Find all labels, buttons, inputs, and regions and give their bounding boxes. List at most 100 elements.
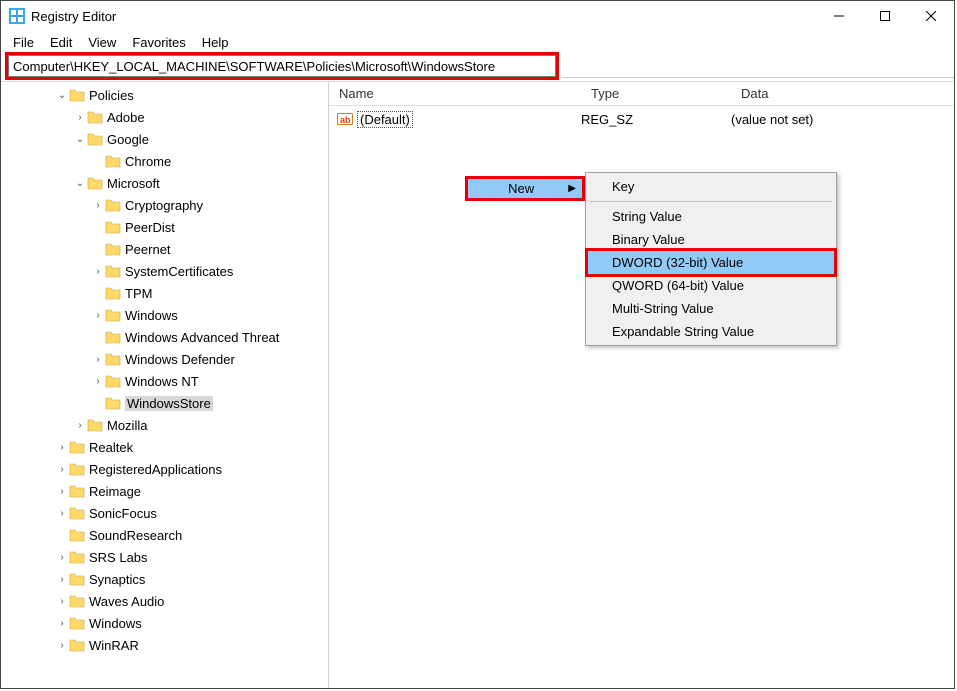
tree-node-label: SRS Labs xyxy=(89,550,148,565)
tree-node[interactable]: › Mozilla xyxy=(1,414,328,436)
tree-pane[interactable]: ⌄Policies›Adobe ⌄ Google Chrome ⌄ Microsoft ›C… xyxy=(1,82,329,688)
folder-icon xyxy=(105,198,121,212)
folder-icon xyxy=(69,594,85,608)
tree-node[interactable]: ›SonicFocus xyxy=(1,502,328,524)
chevron-right-icon[interactable]: › xyxy=(55,618,69,629)
tree-node-label: Microsoft xyxy=(107,176,160,191)
col-header-type[interactable]: Type xyxy=(581,86,731,101)
chevron-right-icon[interactable]: › xyxy=(55,552,69,563)
tree-node[interactable]: ›Windows Defender xyxy=(1,348,328,370)
tree-node[interactable]: ›SystemCertificates xyxy=(1,260,328,282)
folder-icon xyxy=(105,330,121,344)
folder-icon xyxy=(69,572,85,586)
folder-icon xyxy=(69,638,85,652)
list-row[interactable]: ab (Default) REG_SZ (value not set) xyxy=(329,108,954,130)
value-type: REG_SZ xyxy=(581,112,731,127)
tree-node[interactable]: TPM xyxy=(1,282,328,304)
tree-node-label: Mozilla xyxy=(107,418,147,433)
tree-node[interactable]: ›Windows xyxy=(1,304,328,326)
chevron-right-icon[interactable]: › xyxy=(91,310,105,321)
context-menu-item[interactable]: Key xyxy=(588,175,834,198)
tree-node[interactable]: SoundResearch xyxy=(1,524,328,546)
tree-node[interactable]: Chrome xyxy=(1,150,328,172)
tree-node[interactable]: ›Adobe xyxy=(1,106,328,128)
menu-edit[interactable]: Edit xyxy=(42,33,80,52)
folder-icon xyxy=(105,374,121,388)
chevron-right-icon[interactable]: › xyxy=(55,486,69,497)
tree-node[interactable]: PeerDist xyxy=(1,216,328,238)
address-bar[interactable]: Computer\HKEY_LOCAL_MACHINE\SOFTWARE\Pol… xyxy=(8,55,556,77)
menu-help[interactable]: Help xyxy=(194,33,237,52)
tree-node[interactable]: › Synaptics xyxy=(1,568,328,590)
chevron-right-icon[interactable]: › xyxy=(91,376,105,387)
chevron-right-icon[interactable]: › xyxy=(55,442,69,453)
tree-node[interactable]: ›Cryptography xyxy=(1,194,328,216)
folder-icon xyxy=(69,440,85,454)
folder-icon xyxy=(69,88,85,102)
minimize-button[interactable] xyxy=(816,1,862,31)
tree-node[interactable]: Windows Advanced Threat xyxy=(1,326,328,348)
menu-file[interactable]: File xyxy=(5,33,42,52)
col-header-name[interactable]: Name xyxy=(329,86,581,101)
tree-node[interactable]: WindowsStore xyxy=(1,392,328,414)
folder-icon xyxy=(105,396,121,410)
tree-node-label: Windows NT xyxy=(125,374,199,389)
context-trigger-new[interactable]: New ▶ xyxy=(465,176,585,201)
tree-node-label: Synaptics xyxy=(89,572,145,587)
maximize-button[interactable] xyxy=(862,1,908,31)
folder-icon xyxy=(105,242,121,256)
folder-icon xyxy=(69,528,85,542)
tree-node[interactable]: ›Windows xyxy=(1,612,328,634)
folder-icon xyxy=(105,264,121,278)
chevron-down-icon[interactable]: ⌄ xyxy=(73,178,87,189)
tree-node[interactable]: ›RegisteredApplications xyxy=(1,458,328,480)
chevron-right-icon[interactable]: › xyxy=(55,464,69,475)
context-menu-item[interactable]: Expandable String Value xyxy=(588,320,834,343)
tree-node-label: Google xyxy=(107,132,149,147)
tree-node[interactable]: › Reimage xyxy=(1,480,328,502)
folder-icon xyxy=(69,550,85,564)
window: Registry Editor File Edit View Favorites… xyxy=(0,0,955,689)
chevron-right-icon[interactable]: › xyxy=(91,200,105,211)
tree-node[interactable]: › Windows NT xyxy=(1,370,328,392)
tree-node[interactable]: › WinRAR xyxy=(1,634,328,656)
window-controls xyxy=(816,1,954,31)
tree-node[interactable]: ⌄Policies xyxy=(1,84,328,106)
context-menu-item[interactable]: DWORD (32-bit) Value xyxy=(585,248,837,277)
chevron-right-icon[interactable]: › xyxy=(55,596,69,607)
tree-node-label: WinRAR xyxy=(89,638,139,653)
addressbar-row: Computer\HKEY_LOCAL_MACHINE\SOFTWARE\Pol… xyxy=(1,53,954,81)
chevron-right-icon[interactable]: › xyxy=(55,640,69,651)
chevron-right-icon[interactable]: › xyxy=(73,420,87,431)
tree-node[interactable]: › Waves Audio xyxy=(1,590,328,612)
tree-node-label: Waves Audio xyxy=(89,594,164,609)
menu-view[interactable]: View xyxy=(80,33,124,52)
tree-node[interactable]: ›Realtek xyxy=(1,436,328,458)
tree-node-label: PeerDist xyxy=(125,220,175,235)
tree-node[interactable]: ⌄ Google xyxy=(1,128,328,150)
col-header-data[interactable]: Data xyxy=(731,86,954,101)
tree-node[interactable]: ⌄ Microsoft xyxy=(1,172,328,194)
chevron-right-icon[interactable]: › xyxy=(73,112,87,123)
context-menu-item[interactable]: QWORD (64-bit) Value xyxy=(588,274,834,297)
context-menu-item[interactable]: String Value xyxy=(588,205,834,228)
folder-icon xyxy=(105,154,121,168)
chevron-right-icon[interactable]: › xyxy=(91,354,105,365)
chevron-right-icon[interactable]: › xyxy=(55,508,69,519)
chevron-down-icon[interactable]: ⌄ xyxy=(55,90,69,101)
chevron-right-icon[interactable]: › xyxy=(91,266,105,277)
close-button[interactable] xyxy=(908,1,954,31)
chevron-down-icon[interactable]: ⌄ xyxy=(73,134,87,145)
tree-node[interactable]: › SRS Labs xyxy=(1,546,328,568)
context-menu: KeyString ValueBinary ValueDWORD (32-bit… xyxy=(585,172,837,346)
addressbar-highlight: Computer\HKEY_LOCAL_MACHINE\SOFTWARE\Pol… xyxy=(5,52,559,80)
menu-favorites[interactable]: Favorites xyxy=(124,33,193,52)
folder-icon xyxy=(105,286,121,300)
folder-icon xyxy=(87,110,103,124)
value-data: (value not set) xyxy=(731,112,954,127)
string-value-icon: ab xyxy=(337,111,353,127)
tree-node-label: Reimage xyxy=(89,484,141,499)
context-menu-item[interactable]: Multi-String Value xyxy=(588,297,834,320)
tree-node[interactable]: Peernet xyxy=(1,238,328,260)
chevron-right-icon[interactable]: › xyxy=(55,574,69,585)
